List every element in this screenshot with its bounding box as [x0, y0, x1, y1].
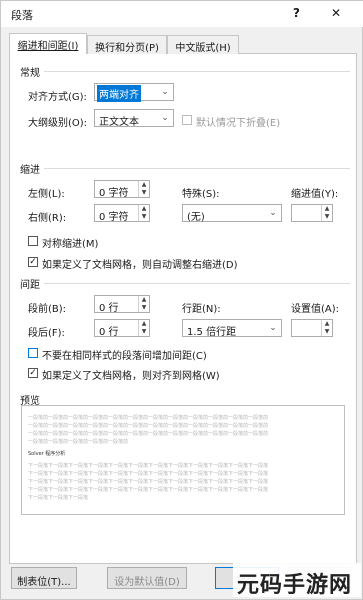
- dialog-title: 段落: [11, 9, 33, 22]
- watermark-text: 元码手游网: [237, 573, 353, 598]
- preview-next-line: 下一段落下一段落下一段落下一段落下一段落下一段落下一段落下一段落下一段落下一段落…: [28, 471, 269, 477]
- indent-right-input[interactable]: 0 字符 ▲ ▼: [94, 204, 150, 223]
- space-before-spinner[interactable]: ▲ ▼: [138, 296, 149, 312]
- no-space-same-style-checkbox[interactable]: [28, 348, 38, 358]
- special-indent-label: 特殊(S):: [182, 189, 220, 200]
- preview-next-line: 下一段落下一段落下一段落下一段落下一段落下一段落下一段落下一段落下一段落下一段落…: [28, 463, 269, 469]
- outline-level-select[interactable]: 正文文本 ⌄: [94, 109, 174, 128]
- tabs-button-label: 制表位(T)...: [17, 577, 71, 588]
- alignment-label: 对齐方式(G):: [28, 92, 87, 103]
- outline-level-label: 大纲级别(O):: [28, 118, 88, 129]
- tab-indents-spacing-label: 缩进和间距(I): [17, 41, 79, 52]
- spacing-at-input[interactable]: ▲ ▼: [291, 319, 333, 337]
- line-spacing-label: 行距(N):: [182, 304, 221, 315]
- preview-prev-line: 一段落前一段落前一段落前一段落前一段落前一段落前一段落前一段落前一段落前一段落前…: [28, 415, 269, 421]
- spacing-at-label: 设置值(A):: [291, 304, 340, 315]
- general-divider: [44, 71, 350, 72]
- tabs-button[interactable]: 制表位(T)...: [11, 567, 77, 589]
- space-after-input[interactable]: 0 行 ▲ ▼: [94, 319, 150, 338]
- auto-adjust-label: 如果定义了文档网格，则自动调整右缩进(D): [42, 260, 238, 271]
- indent-right-value: 0 字符: [99, 212, 129, 223]
- chevron-down-icon: ⌄: [269, 323, 277, 333]
- collapsed-label: 默认情况下折叠(E): [196, 118, 281, 129]
- special-indent-value: (无): [187, 212, 205, 223]
- snap-to-grid-checkbox[interactable]: ✓: [28, 368, 38, 378]
- alignment-value: 两端对齐: [97, 85, 141, 102]
- mirror-indents-label: 对称缩进(M): [42, 239, 99, 250]
- help-button[interactable]: ?: [293, 6, 300, 20]
- close-button[interactable]: ✕: [331, 6, 341, 20]
- space-before-value: 0 行: [99, 303, 119, 314]
- set-default-button-label: 设为默认值(D): [114, 577, 180, 588]
- preview-prev-line: 一段落前一段落前一段落前一段落前一段落前一段落前一段落前一段落前一段落前一段落前…: [28, 423, 269, 429]
- preview-prev-tail: 一段落前一段落前一段落前一段落前一段落前: [28, 439, 129, 445]
- outline-level-value: 正文文本: [99, 117, 139, 128]
- tab-line-page-breaks[interactable]: 换行和分页(P): [87, 35, 167, 54]
- paragraph-dialog: 段落 ? ✕ 缩进和间距(I) 换行和分页(P) 中文版式(H) 常规 对齐方式…: [0, 0, 363, 600]
- space-after-label: 段后(F):: [28, 328, 65, 339]
- indent-by-input[interactable]: ▲ ▼: [291, 204, 333, 222]
- preview-next-line: 下一段落下一段落下一段落下一段落下一段落下一段落下一段落下一段落下一段落下一段落…: [28, 479, 269, 485]
- spacing-divider: [44, 283, 350, 284]
- indent-by-spinner[interactable]: ▲ ▼: [321, 205, 332, 221]
- tab-bar: 缩进和间距(I) 换行和分页(P) 中文版式(H): [9, 33, 357, 55]
- preview-next-line: 下一段落下一段落下一段落下一段落下一段落下一段落下一段落下一段落下一段落下一段落…: [28, 487, 269, 493]
- general-section-label: 常规: [20, 68, 40, 79]
- tab-asian-typography[interactable]: 中文版式(H): [167, 35, 239, 54]
- no-space-same-style-label: 不要在相同样式的段落间增加间距(C): [42, 351, 207, 362]
- indent-right-spinner[interactable]: ▲ ▼: [138, 205, 149, 221]
- indent-left-value: 0 字符: [99, 188, 129, 199]
- indent-left-spinner[interactable]: ▲ ▼: [138, 181, 149, 197]
- line-spacing-select[interactable]: 1.5 倍行距 ⌄: [182, 319, 282, 338]
- set-default-button[interactable]: 设为默认值(D): [107, 567, 187, 589]
- tab-indents-spacing[interactable]: 缩进和间距(I): [9, 33, 87, 55]
- collapsed-checkbox[interactable]: [182, 115, 192, 125]
- preview-prev-line: 一段落前一段落前一段落前一段落前一段落前一段落前一段落前一段落前一段落前一段落前…: [28, 431, 269, 437]
- space-before-input[interactable]: 0 行 ▲ ▼: [94, 295, 150, 314]
- indent-left-input[interactable]: 0 字符 ▲ ▼: [94, 180, 150, 199]
- spacing-at-spinner[interactable]: ▲ ▼: [321, 320, 332, 336]
- space-after-spinner[interactable]: ▲ ▼: [138, 320, 149, 336]
- snap-to-grid-label: 如果定义了文档网格，则对齐到网格(W): [42, 371, 220, 382]
- chevron-down-icon: ⌄: [161, 87, 169, 97]
- special-indent-select[interactable]: (无) ⌄: [182, 204, 282, 223]
- preview-sample-text: Solver 程序分析: [28, 451, 66, 457]
- auto-adjust-checkbox[interactable]: ✓: [28, 257, 38, 267]
- chevron-down-icon: ⌄: [161, 113, 169, 123]
- preview-box: 一段落前一段落前一段落前一段落前一段落前一段落前一段落前一段落前一段落前一段落前…: [21, 405, 345, 515]
- tab-asian-typography-label: 中文版式(H): [175, 43, 231, 54]
- line-spacing-value: 1.5 倍行距: [187, 327, 237, 338]
- spacing-section-label: 间距: [20, 280, 40, 291]
- indent-right-label: 右侧(R):: [28, 213, 67, 224]
- space-before-label: 段前(B):: [28, 304, 67, 315]
- title-bar: 段落 ? ✕: [1, 1, 363, 27]
- chevron-down-icon: ⌄: [269, 208, 277, 218]
- space-after-value: 0 行: [99, 327, 119, 338]
- indent-divider: [44, 168, 350, 169]
- indent-left-label: 左侧(L):: [28, 189, 65, 200]
- indent-section-label: 缩进: [20, 165, 40, 176]
- indent-by-label: 缩进值(Y):: [291, 189, 339, 200]
- tab-line-page-breaks-label: 换行和分页(P): [95, 43, 159, 54]
- preview-next-tail: 下一段落下一段落下一段落: [28, 495, 89, 501]
- mirror-indents-checkbox[interactable]: [28, 236, 38, 246]
- alignment-select[interactable]: 两端对齐 ⌄: [94, 83, 174, 102]
